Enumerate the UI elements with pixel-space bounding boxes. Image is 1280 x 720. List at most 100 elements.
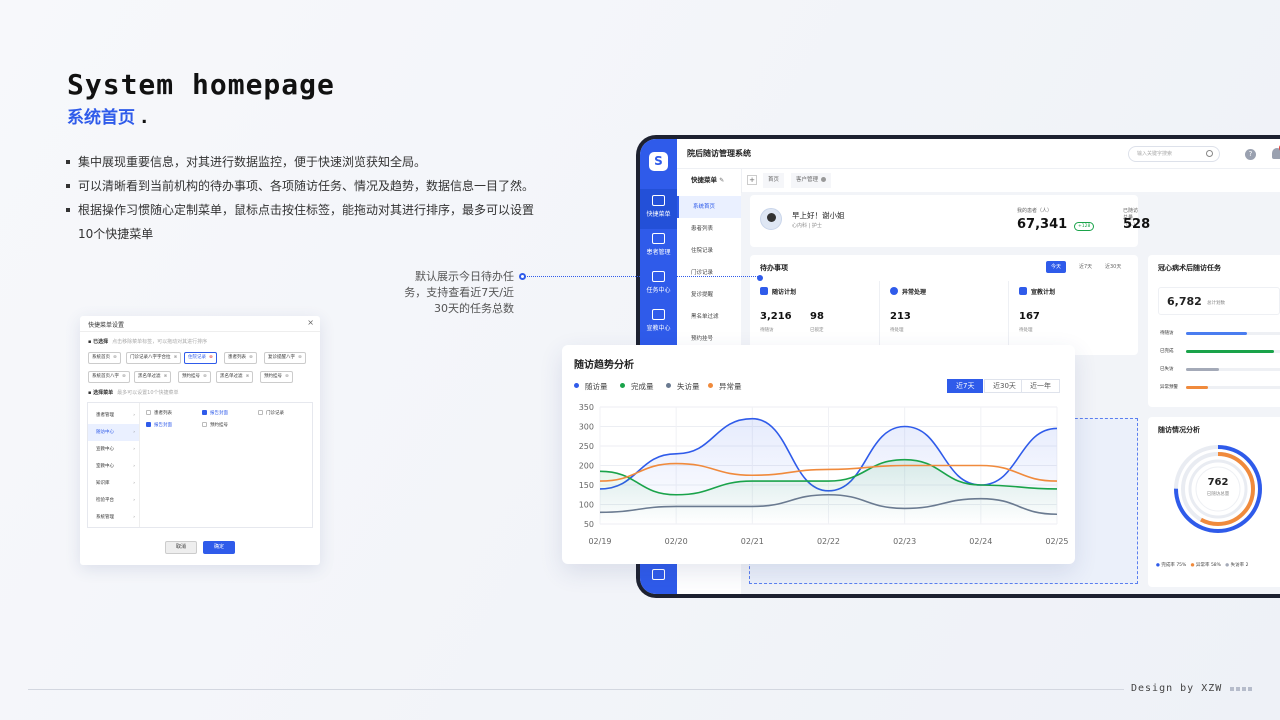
remove-icon[interactable]: ⊗ <box>203 374 207 379</box>
y-tick-label: 350 <box>579 403 594 412</box>
cancel-button[interactable]: 取消 <box>165 541 197 554</box>
cancel-label: 取消 <box>175 544 186 550</box>
todo-education[interactable]: 宣教计划 167 待处理 <box>1008 281 1137 351</box>
quick-item[interactable]: 黑名单过滤 <box>677 306 741 328</box>
monitor-icon <box>652 309 665 320</box>
todo-value-label: 已锁定 <box>810 328 824 333</box>
sidebar-item-tasks[interactable]: 任务中心 <box>640 265 677 305</box>
ok-button[interactable]: 确定 <box>203 541 235 554</box>
trend-title: 随访趋势分析 <box>574 360 634 371</box>
cad-row-fill <box>1186 386 1208 389</box>
quick-item[interactable]: 患者列表 <box>677 218 741 240</box>
range-7d[interactable]: 近7天 <box>947 379 984 393</box>
menu-chip[interactable]: 系统首页 ⊗ <box>88 352 121 364</box>
cad-row: 待随访 <box>1160 330 1280 338</box>
chip-label: 黑名单过滤 <box>220 374 243 379</box>
quick-item[interactable]: 门诊记录 <box>677 262 741 284</box>
sidebar-item-quick-menu[interactable]: 快捷菜单 <box>640 189 677 229</box>
menu-chip[interactable]: 住院记录 ⊗ <box>184 352 217 364</box>
legend-item[interactable]: 随访量 <box>574 381 608 392</box>
menu-option-checkbox[interactable]: 预约挂号 <box>202 422 228 428</box>
period-today[interactable]: 今天 <box>1046 261 1067 273</box>
category-item[interactable]: 随访中心 › <box>88 424 139 441</box>
menu-chip[interactable]: 门诊记录八字字合拉 ⊗ <box>126 352 182 364</box>
cad-row-track <box>1186 386 1280 389</box>
search-input[interactable]: 输入关键字搜索 <box>1128 146 1220 162</box>
menu-chip[interactable]: 患者列表 ⊗ <box>224 352 257 364</box>
menu-chip[interactable]: 系统首页八字 ⊗ <box>88 371 130 383</box>
category-label: 知识库 <box>96 481 110 486</box>
quick-menu-toggle[interactable]: 快捷菜单 ✎ <box>677 169 742 193</box>
y-tick-label: 300 <box>579 423 594 432</box>
menu-chip[interactable]: 预约挂号 ⊗ <box>260 371 293 383</box>
x-tick-label: 02/24 <box>969 537 992 546</box>
category-item[interactable]: 系统管理 › <box>88 509 139 526</box>
greeting: 早上好！谢小姐 <box>792 211 845 220</box>
cad-row-track <box>1186 332 1280 335</box>
remove-icon[interactable]: ⊗ <box>298 355 302 360</box>
remove-icon[interactable]: ⊗ <box>249 355 253 360</box>
period-7d[interactable]: 近7天 <box>1074 261 1097 273</box>
category-item[interactable]: 检验平台 › <box>88 492 139 509</box>
menu-chip[interactable]: 黑名单过滤 ⊗ <box>134 371 172 383</box>
cad-row-label: 已完成 <box>1160 349 1174 354</box>
legend-label: 失访量 <box>677 382 700 391</box>
range-1y[interactable]: 近一年 <box>1021 379 1060 393</box>
quick-item[interactable]: 住院记录 <box>677 240 741 262</box>
add-tab-button[interactable]: + <box>747 175 757 185</box>
sidebar-item-education[interactable]: 宣教中心 <box>640 303 677 343</box>
remove-icon[interactable]: ⊗ <box>113 355 117 360</box>
quick-item[interactable]: 复诊提醒 <box>677 284 741 306</box>
category-item[interactable]: 宣教中心 › <box>88 441 139 458</box>
remove-icon[interactable]: ⊗ <box>209 355 213 360</box>
menu-option-checkbox[interactable]: 报告封面 <box>146 422 172 428</box>
checkbox-icon <box>146 422 151 427</box>
logout-icon[interactable] <box>652 569 665 580</box>
todo-followup[interactable]: 随访计划 3,216 待随访 98 已锁定 <box>750 281 879 351</box>
todo-col-label: 宣教计划 <box>1031 289 1056 296</box>
legend-item[interactable]: 异常量 <box>708 381 742 392</box>
sidebar-item-patients[interactable]: 患者管理 <box>640 227 677 267</box>
tab-label: 首页 <box>768 177 780 183</box>
todo-exception[interactable]: 异常处理 213 待处理 <box>879 281 1008 351</box>
my-patients-badge: +128 <box>1074 222 1095 231</box>
tab-customer[interactable]: 客户管理 <box>791 173 832 188</box>
close-icon[interactable] <box>821 176 827 182</box>
cad-row-fill <box>1186 368 1219 371</box>
remove-icon[interactable]: ⊗ <box>285 374 289 379</box>
menu-option-checkbox[interactable]: 患者列表 <box>146 410 172 416</box>
menu-chip[interactable]: 预约挂号 ⊗ <box>178 371 211 383</box>
range-30d[interactable]: 近30天 <box>984 379 1025 393</box>
cad-task-card: 冠心病术后随访任务 6,782 总计划数 待随访 已完成 已失访 异常预警 <box>1148 255 1280 407</box>
quick-item[interactable]: 系统首页 <box>677 196 741 218</box>
tab-home[interactable]: 首页 <box>763 173 785 188</box>
y-tick-label: 100 <box>579 501 594 510</box>
section-label: 已选择 <box>93 339 109 345</box>
period-30d[interactable]: 近30天 <box>1100 261 1126 273</box>
remove-icon[interactable]: ⊗ <box>122 374 126 379</box>
menu-option-checkbox[interactable]: 门诊记录 <box>258 410 284 416</box>
category-item[interactable]: 患者管理 › <box>88 407 139 424</box>
legend-item[interactable]: 失访量 <box>666 381 700 392</box>
close-icon[interactable]: × <box>307 318 314 327</box>
menu-chip[interactable]: 黑名单过滤 ⊗ <box>216 371 254 383</box>
page-title-cn-text: 系统首页 <box>67 108 135 128</box>
category-label: 患者管理 <box>96 413 114 418</box>
remove-icon[interactable]: ⊗ <box>174 355 178 360</box>
menu-chip[interactable]: 复诊提醒八字 ⊗ <box>264 352 306 364</box>
feature-list: 集中展现重要信息，对其进行数据监控，便于快速浏览获知全局。 可以清晰看到当前机构… <box>66 150 546 246</box>
remove-icon[interactable]: ⊗ <box>246 374 250 379</box>
footer-rule <box>28 689 1124 690</box>
menu-option-checkbox[interactable]: 报告封面 <box>202 410 228 416</box>
status-title: 随访情况分析 <box>1158 426 1200 434</box>
legend-label: 完成率 <box>1161 563 1175 568</box>
category-item[interactable]: 知识库 › <box>88 475 139 492</box>
cad-row-track <box>1186 350 1280 353</box>
remove-icon[interactable]: ⊗ <box>164 374 168 379</box>
status-center-value: 762 <box>1207 477 1229 488</box>
category-item[interactable]: 室教中心 › <box>88 458 139 475</box>
todo-value-label: 待处理 <box>890 328 904 333</box>
help-icon[interactable]: ? <box>1245 149 1256 160</box>
legend-item[interactable]: 完成量 <box>620 381 654 392</box>
chip-label: 黑名单过滤 <box>138 374 161 379</box>
